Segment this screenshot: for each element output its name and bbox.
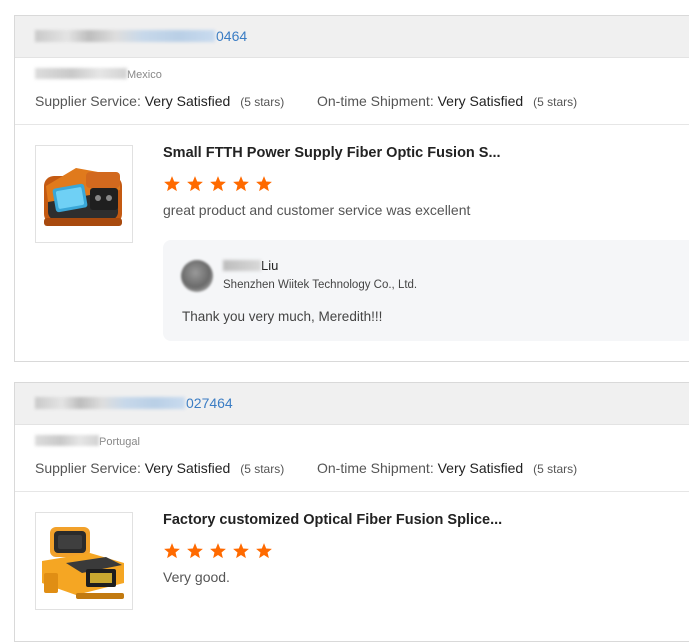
product-thumbnail[interactable] — [35, 512, 133, 610]
redacted-order-prefix — [35, 397, 185, 409]
review-card-header: 0464 — [15, 16, 689, 58]
product-star-rating — [163, 542, 278, 560]
supplier-service-stars: (5 stars) — [240, 462, 285, 476]
product-title-link[interactable]: Small FTTH Power Supply Fiber Optic Fusi… — [163, 145, 501, 161]
shipment-value: Very Satisfied — [437, 460, 524, 476]
buyer-info: Mexico — [35, 68, 162, 81]
order-number-link[interactable]: 027464 — [35, 395, 233, 411]
shipment-stars: (5 stars) — [533, 95, 578, 109]
shipment-stars: (5 stars) — [533, 462, 578, 476]
redacted-buyer-name — [35, 68, 127, 79]
star-icon — [256, 543, 272, 559]
redacted-author-name — [223, 260, 261, 271]
avatar — [181, 260, 213, 292]
star-icon — [164, 543, 180, 559]
star-icon — [187, 176, 203, 192]
supplier-service-label: Supplier Service: — [35, 93, 141, 109]
fusion-splicer-image — [42, 527, 124, 599]
buyer-country: Portugal — [99, 436, 140, 448]
supplier-service-value: Very Satisfied — [144, 460, 231, 476]
ratings-row: Supplier Service: Very Satisfied (5 star… — [35, 460, 577, 476]
review-card: 0464 Mexico Supplier Service: Very Satis… — [14, 15, 689, 362]
reply-company: Shenzhen Wiitek Technology Co., Ltd. — [223, 279, 418, 291]
shipment-value: Very Satisfied — [437, 93, 524, 109]
supplier-service-label: Supplier Service: — [35, 460, 141, 476]
supplier-reply: Liu Shenzhen Wiitek Technology Co., Ltd.… — [163, 240, 689, 341]
supplier-service-value: Very Satisfied — [144, 93, 231, 109]
ratings-row: Supplier Service: Very Satisfied (5 star… — [35, 93, 577, 109]
star-icon — [210, 543, 226, 559]
review-comment: great product and customer service was e… — [163, 202, 471, 218]
star-icon — [210, 176, 226, 192]
product-star-rating — [163, 175, 278, 193]
divider — [15, 124, 689, 125]
buyer-info: Portugal — [35, 435, 140, 448]
product-thumbnail[interactable] — [35, 145, 133, 243]
supplier-service-stars: (5 stars) — [240, 95, 285, 109]
reply-author: Liu — [223, 258, 278, 273]
star-icon — [187, 543, 203, 559]
shipment-rating: On-time Shipment: Very Satisfied (5 star… — [317, 93, 577, 109]
reply-text: Thank you very much, Meredith!!! — [182, 309, 383, 324]
shipment-rating: On-time Shipment: Very Satisfied (5 star… — [317, 460, 577, 476]
redacted-buyer-name — [35, 435, 99, 446]
star-icon — [233, 543, 249, 559]
divider — [15, 491, 689, 492]
buyer-country: Mexico — [127, 69, 162, 81]
fusion-splicer-image — [44, 168, 122, 226]
shipment-label: On-time Shipment: — [317, 93, 434, 109]
review-card-header: 027464 — [15, 383, 689, 425]
review-comment: Very good. — [163, 569, 230, 585]
review-card: 027464 Portugal Supplier Service: Very S… — [14, 382, 689, 642]
star-icon — [256, 176, 272, 192]
product-title-link[interactable]: Factory customized Optical Fiber Fusion … — [163, 512, 502, 528]
star-icon — [233, 176, 249, 192]
redacted-order-prefix — [35, 30, 215, 42]
shipment-label: On-time Shipment: — [317, 460, 434, 476]
order-number-link[interactable]: 0464 — [35, 28, 247, 44]
star-icon — [164, 176, 180, 192]
